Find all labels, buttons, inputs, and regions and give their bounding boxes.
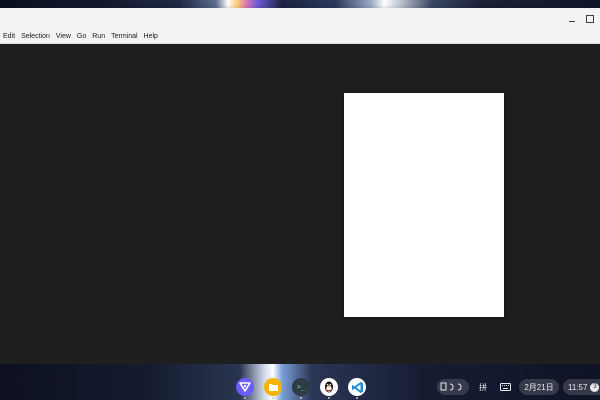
clipboard-tray-button[interactable] bbox=[437, 379, 469, 395]
editor-area[interactable] bbox=[0, 44, 600, 367]
app-running-indicator bbox=[356, 397, 358, 399]
clipboard-icon bbox=[440, 382, 462, 391]
app-running-indicator bbox=[300, 397, 302, 399]
qq-icon[interactable] bbox=[320, 378, 338, 396]
app-running-indicator bbox=[272, 397, 274, 399]
menu-bar: Edit Selection View Go Run Terminal Help bbox=[0, 30, 600, 44]
date-label: 2月21日 bbox=[524, 382, 554, 392]
shelf: >_ 拼 2月21日 11:57 3 bbox=[0, 374, 600, 400]
status-area-button[interactable]: 11:57 3 bbox=[563, 379, 600, 395]
maximize-icon bbox=[586, 15, 594, 23]
app-running-indicator bbox=[244, 397, 246, 399]
files-icon[interactable] bbox=[264, 378, 282, 396]
time-label: 11:57 bbox=[568, 382, 588, 392]
menu-help[interactable]: Help bbox=[141, 30, 161, 43]
terminal-icon[interactable]: >_ bbox=[292, 378, 310, 396]
document-page-preview[interactable] bbox=[344, 93, 504, 317]
notification-count-badge: 3 bbox=[590, 382, 600, 392]
desktop: Edit Selection View Go Run Terminal Help bbox=[0, 0, 600, 400]
maximize-button[interactable] bbox=[582, 11, 598, 27]
menu-view[interactable]: View bbox=[53, 30, 74, 43]
date-button[interactable]: 2月21日 bbox=[519, 379, 559, 395]
keyboard-icon bbox=[499, 383, 511, 391]
menu-edit[interactable]: Edit bbox=[0, 30, 18, 43]
minimize-button[interactable] bbox=[564, 11, 580, 27]
vscode-icon[interactable] bbox=[348, 378, 366, 396]
app-running-indicator bbox=[328, 397, 330, 399]
title-bar[interactable] bbox=[0, 8, 600, 30]
menu-terminal[interactable]: Terminal bbox=[108, 30, 140, 43]
minimize-icon bbox=[569, 20, 575, 22]
menu-go[interactable]: Go bbox=[74, 30, 89, 43]
app-launcher-icon[interactable] bbox=[236, 378, 254, 396]
ime-indicator[interactable]: 拼 bbox=[476, 380, 490, 394]
menu-run[interactable]: Run bbox=[89, 30, 108, 43]
app-window: Edit Selection View Go Run Terminal Help bbox=[0, 8, 600, 367]
menu-selection[interactable]: Selection bbox=[18, 30, 53, 43]
keyboard-button[interactable] bbox=[498, 380, 512, 394]
